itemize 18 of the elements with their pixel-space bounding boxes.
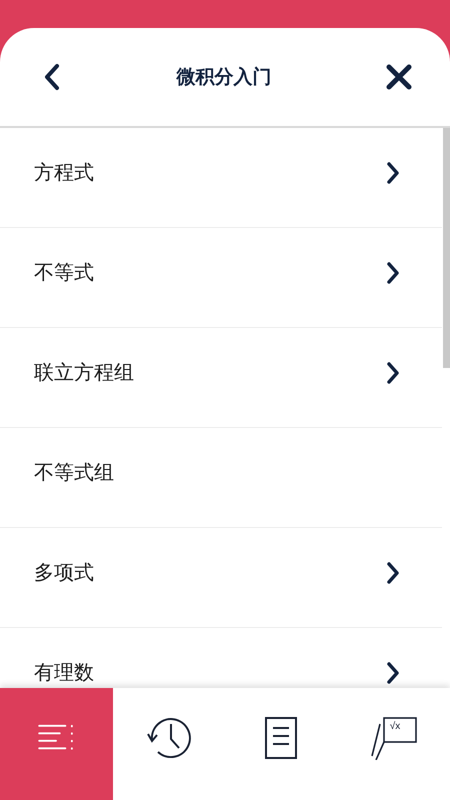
chevron-icon xyxy=(386,660,400,684)
list-item[interactable]: 联立方程组 xyxy=(0,328,442,428)
history-tab[interactable] xyxy=(112,688,225,800)
list-item[interactable]: 方程式 xyxy=(0,128,442,228)
chevron-icon xyxy=(386,260,400,284)
list-item[interactable]: 不等式组 xyxy=(0,428,442,528)
chevron-icon xyxy=(386,360,400,384)
list-item[interactable]: 多项式 xyxy=(0,528,442,628)
document-icon xyxy=(264,716,298,760)
list-item[interactable]: 不等式 xyxy=(0,228,442,328)
window-title: 微积分入门 xyxy=(176,65,272,90)
chevron-icon xyxy=(386,560,400,584)
close-icon[interactable] xyxy=(386,64,412,90)
formula-tab[interactable]: √x xyxy=(338,688,450,800)
chevron-icon xyxy=(386,160,400,184)
back-icon[interactable] xyxy=(42,63,62,91)
history-icon xyxy=(146,716,192,760)
menu-icon xyxy=(37,724,76,752)
